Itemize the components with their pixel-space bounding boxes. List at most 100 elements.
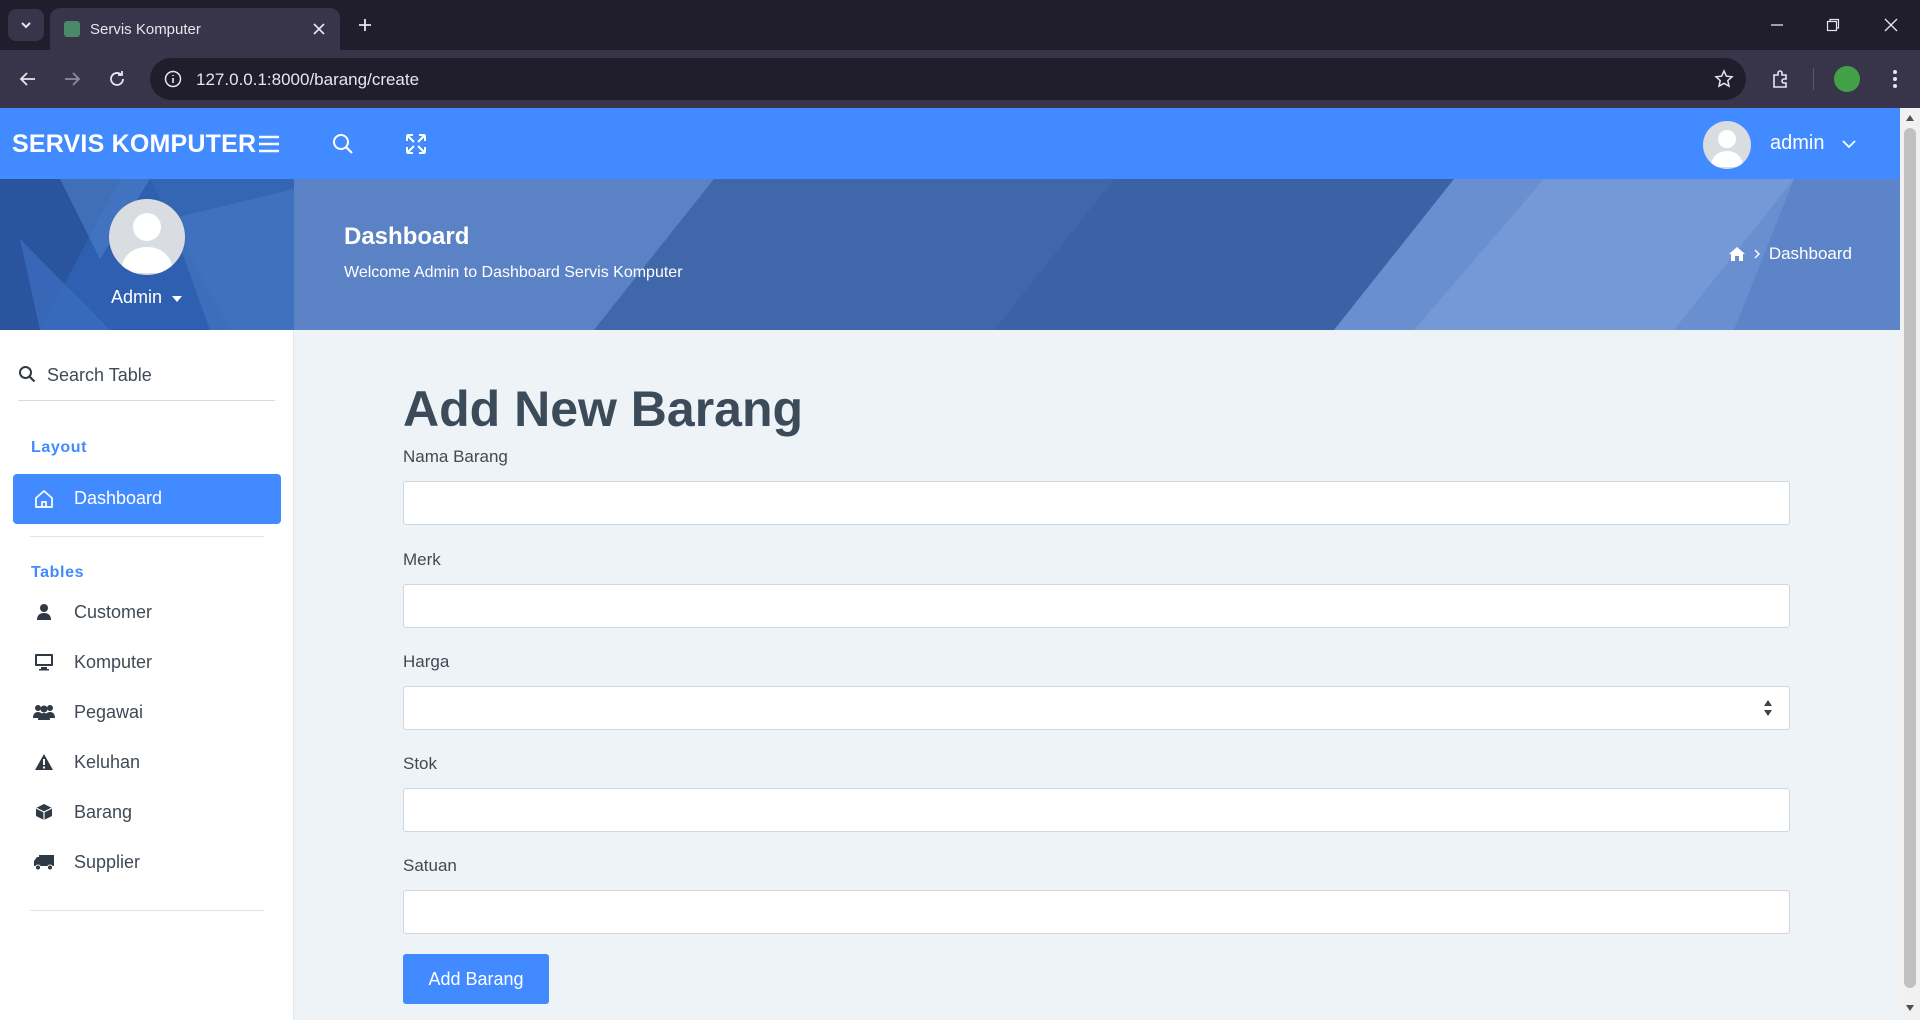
sidebar-item-dashboard[interactable]: Dashboard [13, 474, 281, 524]
url-text[interactable]: 127.0.0.1:8000/barang/create [196, 70, 419, 90]
minimize-button[interactable] [1754, 8, 1800, 42]
harga-input[interactable] [403, 686, 1790, 730]
page-subtitle: Welcome Admin to Dashboard Servis Komput… [344, 264, 683, 281]
user-icon [33, 601, 55, 623]
search-input[interactable] [47, 361, 267, 389]
sidebar-profile-name[interactable]: Admin [111, 287, 162, 308]
scrollbar-thumb[interactable] [1904, 128, 1916, 988]
chevron-right-icon [1754, 249, 1760, 259]
page-scrollbar[interactable] [1900, 108, 1920, 1020]
number-spinner[interactable] [1759, 697, 1777, 719]
sidebar-divider [30, 536, 264, 537]
sidebar: Admin Layout Dashboard Tables Customer K… [0, 179, 294, 1020]
reload-icon [110, 71, 124, 86]
sidebar-item-keluhan[interactable]: Keluhan [13, 740, 281, 784]
tab-title: Servis Komputer [90, 21, 201, 38]
reload-button[interactable] [101, 63, 133, 95]
browser-profile-avatar[interactable] [1834, 66, 1860, 92]
restore-icon [1826, 18, 1840, 32]
sidebar-item-label: Supplier [74, 852, 141, 872]
back-button[interactable] [12, 63, 44, 95]
nama-barang-label: Nama Barang [403, 447, 508, 466]
sidebar-item-label: Dashboard [74, 488, 163, 508]
satuan-input[interactable] [403, 890, 1790, 934]
banner-background-pattern [294, 179, 1900, 330]
satuan-label: Satuan [403, 856, 457, 875]
breadcrumb: Dashboard [1728, 244, 1852, 264]
fullscreen-icon [406, 134, 426, 154]
main-content: Add New Barang Nama Barang Merk Harga St… [294, 330, 1900, 1020]
harga-label: Harga [403, 652, 450, 671]
sidebar-heading-tables: Tables [31, 564, 85, 581]
sidebar-profile: Admin [0, 179, 294, 330]
merk-input[interactable] [403, 584, 1790, 628]
plus-icon [359, 19, 371, 31]
scroll-up-icon[interactable] [1904, 112, 1916, 124]
browser-tab[interactable]: Servis Komputer [50, 8, 340, 50]
scroll-down-icon[interactable] [1904, 1002, 1916, 1014]
header-search-button[interactable] [327, 128, 359, 160]
toolbar-divider [1813, 68, 1814, 90]
page-banner: Dashboard Welcome Admin to Dashboard Ser… [294, 179, 1900, 330]
app-header: SERVIS KOMPUTER admin [0, 108, 1900, 179]
browser-menu-icon[interactable] [1880, 64, 1910, 94]
user-avatar-icon [1711, 130, 1743, 167]
warning-icon [33, 751, 55, 773]
sidebar-item-komputer[interactable]: Komputer [13, 640, 281, 684]
page-title: Dashboard [344, 223, 470, 250]
restore-button[interactable] [1810, 8, 1856, 42]
address-bar[interactable]: 127.0.0.1:8000/barang/create [150, 58, 1746, 100]
close-window-button[interactable] [1868, 8, 1914, 42]
home-icon [33, 488, 55, 510]
truck-icon [33, 851, 55, 873]
arrow-left-icon [19, 72, 35, 86]
sidebar-item-label: Komputer [74, 652, 153, 672]
sidebar-item-customer[interactable]: Customer [13, 590, 281, 634]
box-icon [33, 801, 55, 823]
breadcrumb-current[interactable]: Dashboard [1769, 244, 1852, 264]
menu-icon [259, 135, 279, 153]
form-title: Add New Barang [403, 381, 804, 437]
browser-tab-strip: Servis Komputer [0, 0, 1920, 50]
merk-label: Merk [403, 550, 441, 569]
browser-toolbar: 127.0.0.1:8000/barang/create [0, 50, 1920, 108]
brand-title[interactable]: SERVIS KOMPUTER [12, 130, 256, 159]
header-username[interactable]: admin [1770, 132, 1824, 155]
extensions-icon[interactable] [1766, 64, 1796, 94]
avatar[interactable] [1703, 121, 1751, 169]
sidebar-item-label: Keluhan [74, 752, 141, 772]
sidebar-item-pegawai[interactable]: Pegawai [13, 690, 281, 734]
home-icon[interactable] [1728, 247, 1745, 261]
nama-barang-input[interactable] [403, 481, 1790, 525]
hamburger-menu-button[interactable] [253, 128, 285, 160]
stok-label: Stok [403, 754, 438, 773]
close-icon [313, 23, 325, 35]
chevron-down-icon [1842, 140, 1856, 149]
fullscreen-button[interactable] [400, 128, 432, 160]
forward-button[interactable] [56, 63, 88, 95]
caret-down-icon[interactable] [171, 294, 183, 304]
user-avatar-icon [121, 213, 173, 273]
sidebar-item-label: Barang [74, 802, 133, 822]
close-icon [1884, 18, 1898, 32]
minimize-icon [1771, 24, 1783, 26]
sidebar-item-supplier[interactable]: Supplier [13, 840, 281, 884]
sidebar-avatar[interactable] [109, 199, 185, 275]
stok-input[interactable] [403, 788, 1790, 832]
sidebar-item-label: Customer [74, 602, 153, 622]
new-tab-button[interactable] [350, 10, 380, 40]
sidebar-search [18, 361, 275, 401]
monitor-icon [33, 651, 55, 673]
chevron-down-icon [21, 22, 31, 29]
sidebar-divider [30, 910, 264, 911]
favicon-icon [64, 21, 80, 37]
site-info-icon[interactable] [162, 68, 184, 90]
tab-close-button[interactable] [308, 18, 330, 40]
sidebar-heading-layout: Layout [31, 439, 88, 456]
user-menu-toggle[interactable] [1839, 134, 1859, 154]
add-barang-button[interactable]: Add Barang [403, 954, 549, 1004]
sidebar-item-barang[interactable]: Barang [13, 790, 281, 834]
tab-search-button[interactable] [8, 9, 44, 41]
bookmark-star-icon[interactable] [1712, 67, 1736, 91]
arrow-right-icon [65, 72, 81, 86]
